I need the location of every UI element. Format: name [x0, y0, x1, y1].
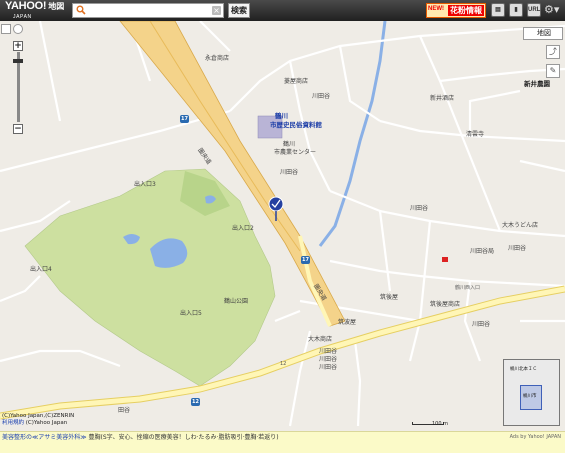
clear-icon[interactable]: ×	[212, 6, 221, 15]
map-label: 川田谷	[319, 364, 338, 371]
draw-icon[interactable]: ✎	[546, 64, 560, 78]
url-icon[interactable]: URL	[527, 3, 541, 17]
ad-link[interactable]: 美容整形の≪アサミ美容外科≫	[2, 434, 87, 441]
copyright-line: 利用規約 (C)Yahoo Japan	[2, 420, 67, 426]
logo-jp-text: 地図	[48, 2, 65, 11]
map-label: 鶴山公園	[224, 298, 249, 305]
search-box: ×	[72, 3, 224, 18]
map-label: 筑波屋	[338, 319, 357, 326]
map-label: 川田谷	[508, 245, 527, 252]
map-label: 永倉商店	[205, 55, 230, 62]
pollen-info-banner[interactable]: NEW! 花粉情報	[426, 3, 486, 18]
map-label: 12	[280, 361, 287, 367]
copyright-text-2: (C)Yahoo Japan	[25, 420, 68, 426]
pollen-info-label: 花粉情報	[448, 5, 484, 16]
route-shield-label: 17	[181, 116, 188, 122]
measure-icon[interactable]: ⤴	[546, 45, 560, 59]
zoom-slider-thumb[interactable]	[13, 59, 23, 63]
map-label: 出入口5	[180, 310, 202, 317]
map-label: 川田谷	[319, 348, 338, 355]
map-label: 川田谷	[410, 205, 429, 212]
map-label: 田谷	[118, 407, 131, 414]
mobile-icon[interactable]: ▮	[509, 3, 523, 17]
ad-bar: 美容整形の≪アサミ美容外科≫ 豊胸(S字、安心、挫縮の医療美容！しわ·たるみ·脂…	[0, 431, 565, 453]
map-label: 清雲寺	[466, 131, 485, 138]
map-label: 鶴川	[283, 141, 296, 148]
map-label: 市歴史民俗資料館	[270, 121, 322, 129]
scale-label: 100 m	[432, 421, 449, 427]
map-label: 川田谷	[280, 169, 299, 176]
map-label: 出入口4	[30, 266, 52, 273]
search-icon	[76, 5, 86, 15]
map-label: 川田谷	[472, 321, 491, 328]
minimap-label: 桶川北本ＩＣ	[510, 367, 537, 372]
map-label: 筑後屋	[380, 294, 399, 301]
terms-link[interactable]: 利用規約	[2, 420, 24, 426]
map-label: 川田谷	[319, 356, 338, 363]
yahoo-logo[interactable]: YAHOO! 地図 JAPAN	[5, 0, 65, 21]
map-graphics	[0, 21, 565, 431]
route-shield-label: 17	[302, 257, 309, 263]
copyright-text: (C)Yahoo Japan,(C)ZENRIN	[2, 413, 75, 419]
map-label: 大木商店	[308, 336, 333, 343]
map-layer-dropdown[interactable]: 地図	[523, 27, 563, 40]
search-input[interactable]	[89, 4, 207, 17]
map-label: 鶴川西入口	[455, 285, 481, 291]
zoom-out-button[interactable]: −	[13, 124, 23, 134]
ad-description: 豊胸(S字、安心、挫縮の医療美容！しわ·たるみ·脂肪吸引·豊胸·若返り)	[88, 434, 279, 441]
printer-icon[interactable]: ▤	[491, 3, 505, 17]
new-badge: NEW!	[428, 6, 444, 12]
map-label: 市農業センター	[274, 149, 317, 156]
map-label: 出入口3	[134, 181, 156, 188]
map-label: 鶴川	[275, 112, 288, 120]
map-label: 出入口2	[232, 225, 254, 232]
map-label: 川田谷	[312, 93, 331, 100]
map-canvas[interactable]: 永倉商店 菱屋商店 鶴川 市歴史民俗資料館 鶴川 市農業センター 川田谷 新井酒…	[0, 21, 565, 431]
map-label: 菱屋商店	[284, 78, 309, 85]
settings-icon[interactable]: ⚙▾	[544, 3, 561, 17]
top-bar: YAHOO! 地図 JAPAN × 検索 NEW! 花粉情報 ▤ ▮ URL ⚙▾	[0, 0, 565, 22]
map-label: 新井酒店	[430, 95, 455, 102]
ad-text-line: 美容整形の≪アサミ美容外科≫ 豊胸(S字、安心、挫縮の医療美容！しわ·たるみ·脂…	[2, 434, 279, 441]
overview-minimap[interactable]: 桶川北本ＩＣ 桶川市	[503, 359, 560, 426]
map-label: 川田谷局	[470, 248, 495, 255]
zoom-in-button[interactable]: +	[13, 41, 23, 51]
search-button[interactable]: 検索	[228, 3, 250, 18]
minimap-label: 桶川市	[523, 394, 537, 399]
map-label: 筑後屋商店	[430, 301, 461, 308]
map-label: 大木うどん店	[502, 222, 539, 229]
logo-text: YAHOO!	[5, 0, 47, 12]
pan-tool-icon[interactable]	[1, 24, 11, 34]
route-shield-label: 12	[192, 399, 199, 405]
map-label: 新井農園	[524, 80, 550, 88]
ad-attribution[interactable]: Ads by Yahoo! JAPAN	[510, 434, 561, 440]
compass-icon[interactable]	[13, 24, 23, 34]
